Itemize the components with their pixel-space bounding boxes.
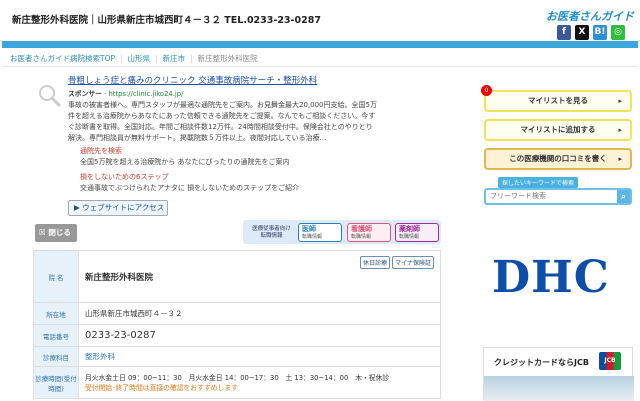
close-button[interactable]: ☒ 閉じる bbox=[35, 224, 77, 242]
breadcrumb-prefecture[interactable]: 山形県 bbox=[128, 54, 151, 63]
clinic-phone: 0233-23-0287 bbox=[78, 324, 441, 347]
label-name: 院 名 bbox=[33, 250, 79, 303]
ad-link-desc: 全国5万院を超える治療院から あなたにぴったりの通院先をご案内 bbox=[80, 158, 290, 166]
facebook-icon[interactable]: f bbox=[557, 25, 571, 40]
breadcrumb-top[interactable]: お医者さんガイド病院検索TOP bbox=[10, 54, 115, 63]
add-mylist-button[interactable]: マイリストに追加する bbox=[484, 119, 632, 141]
dhc-ad[interactable]: DHC bbox=[492, 252, 610, 303]
free-word-search-input[interactable]: フリーワード検索 ⌕ bbox=[484, 188, 632, 205]
breadcrumb-city[interactable]: 新庄市 bbox=[163, 54, 186, 63]
label-address: 所在地 bbox=[33, 302, 79, 325]
close-label: 閉じる bbox=[48, 228, 71, 237]
write-review-button[interactable]: この医療機関の口コミを書く bbox=[484, 148, 632, 170]
job-nurse[interactable]: 看護師 転職情報 bbox=[347, 223, 391, 242]
job-intro: 医療従事者向け 転職情報 bbox=[252, 226, 291, 239]
job-banner: 医療従事者向け 転職情報 医師 転職情報 看護師 転職情報 薬剤師 転職情報 bbox=[243, 220, 441, 244]
clinic-hours: 月火水金土日 09：00~11：30 月火水金日 14：00~17：30 土 1… bbox=[85, 373, 390, 382]
label-department: 診療科目 bbox=[33, 346, 79, 367]
breadcrumb: お医者さんガイド病院検索TOP | 山形県 | 新庄市 | 新庄整形外科医院 bbox=[10, 54, 258, 63]
ad-url[interactable]: https://clinic.jiko24.jp/ bbox=[108, 90, 183, 98]
jcb-ad-text: クレジットカードならJCB bbox=[494, 358, 589, 367]
jcb-ad-image bbox=[484, 376, 634, 401]
divider bbox=[2, 66, 638, 67]
keyword-search-label: 探したいキーワードで検索 bbox=[498, 177, 579, 188]
mylist-count-badge: 0 bbox=[481, 85, 492, 96]
clinic-address: 山形県新庄市城西町４－３２ bbox=[78, 302, 441, 325]
ad-link-desc: 交通事故でぶつけられたアナタに 損をしないためのステップをご紹介 bbox=[80, 184, 300, 192]
hours-note: 受付開始･終了時間は直接の確認をおすすめします bbox=[85, 383, 238, 392]
tag-my-number[interactable]: マイナ保険証 bbox=[392, 256, 434, 269]
breadcrumb-current: 新庄整形外科医院 bbox=[197, 54, 258, 63]
page-header-title: 新庄整形外科医院｜山形県新庄市城西町４－３２ TEL.0233-23-0287 bbox=[12, 15, 321, 26]
view-mylist-button[interactable]: マイリストを見る bbox=[484, 90, 632, 112]
ad-body: 事故の被害者様へ。専門スタッフが最適な通院先をご案内。お見舞金最大20,000円… bbox=[68, 101, 377, 142]
site-logo[interactable]: お医者さんガイド bbox=[546, 8, 634, 24]
header-bar bbox=[2, 41, 638, 48]
sponsored-ad: 骨粗しょう症と痛みのクリニック 交通事故病院サーチ・整形外科 スポンサー · h… bbox=[68, 76, 378, 216]
clinic-department[interactable]: 整形外科 bbox=[78, 346, 441, 367]
job-doctor[interactable]: 医師 転職情報 bbox=[298, 223, 342, 242]
search-icon[interactable]: ⌕ bbox=[617, 190, 630, 203]
clinic-info-table: 院 名 休日診療 マイナ保険証新庄整形外科医院 所在地 山形県新庄市城西町４－３２ 電… bbox=[33, 250, 441, 399]
search-icon bbox=[39, 85, 62, 108]
clinic-name: 新庄整形外科医院 bbox=[85, 272, 154, 283]
ad-title[interactable]: 骨粗しょう症と痛みのクリニック 交通事故病院サーチ・整形外科 bbox=[68, 76, 378, 87]
x-icon[interactable]: X bbox=[575, 25, 589, 40]
label-hours: 診療時間(受付時間) bbox=[33, 366, 79, 399]
tag-holiday[interactable]: 休日診療 bbox=[360, 256, 391, 269]
ad-link-search[interactable]: 通院先を検索 bbox=[80, 146, 378, 157]
close-icon: ☒ bbox=[39, 228, 49, 237]
label-phone: 電話番号 bbox=[33, 324, 79, 347]
job-pharmacist[interactable]: 薬剤師 転職情報 bbox=[395, 223, 439, 242]
line-icon[interactable]: ◎ bbox=[611, 25, 625, 40]
hatena-bookmark-icon[interactable]: B! bbox=[593, 25, 607, 40]
visit-website-button[interactable]: ▶ ウェブサイトにアクセス bbox=[68, 200, 168, 216]
ad-sponsor: スポンサー bbox=[68, 90, 102, 98]
jcb-ad[interactable]: クレジットカードならJCB JCB bbox=[483, 347, 634, 401]
jcb-logo: JCB bbox=[599, 352, 621, 370]
ad-link-steps[interactable]: 損をしないための6ステップ bbox=[80, 172, 378, 183]
